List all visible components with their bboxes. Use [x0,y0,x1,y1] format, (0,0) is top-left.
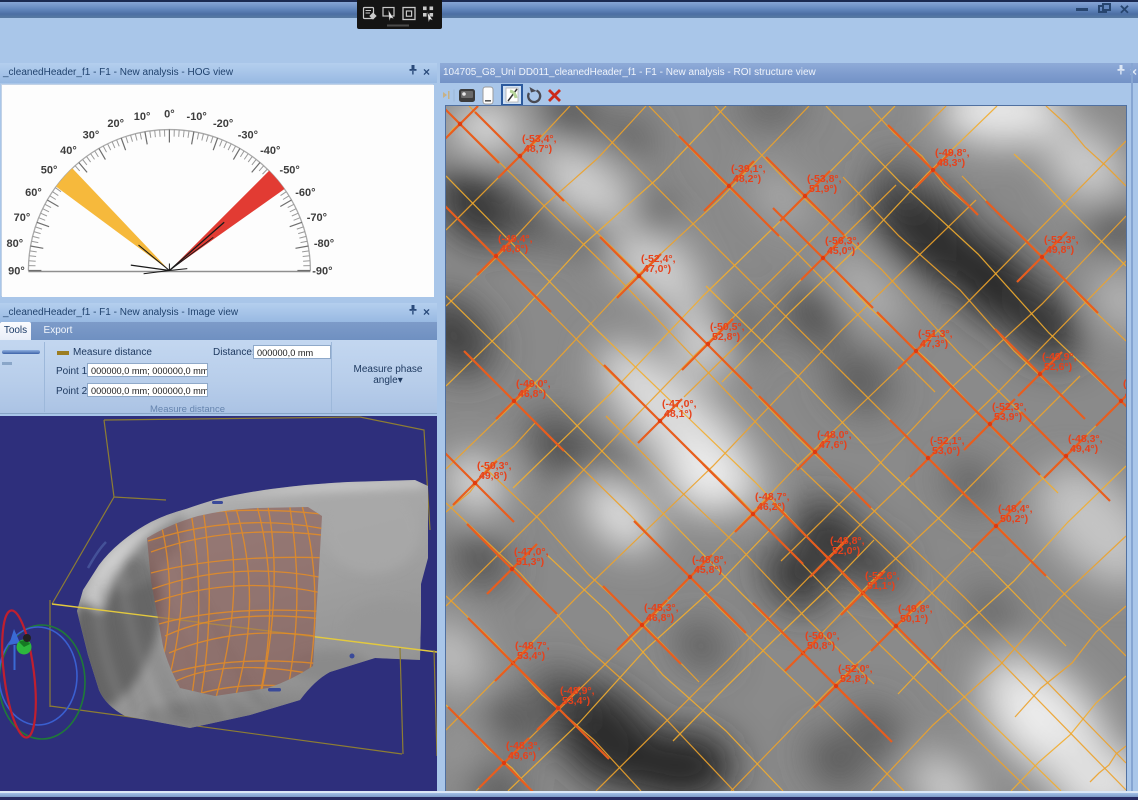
svg-text:70°: 70° [14,212,31,224]
svg-text:53,4°): 53,4°) [562,695,590,707]
svg-text:53,4°): 53,4°) [517,650,545,662]
svg-text:48,2°): 48,2°) [733,173,761,185]
svg-text:50,2°): 50,2°) [1000,513,1028,525]
svg-text:52,6°): 52,6°) [1044,361,1072,373]
svg-text:60°: 60° [25,187,42,199]
svg-text:80°: 80° [6,238,23,250]
svg-text:30°: 30° [83,130,100,142]
svg-text:53,0°): 53,0°) [932,445,960,457]
svg-text:0°: 0° [164,109,175,121]
svg-text:-70°: -70° [307,212,327,224]
svg-text:46,8°): 46,8°) [518,388,546,400]
svg-text:51,9°): 51,9°) [809,183,837,195]
svg-text:46,8°): 46,8°) [646,612,674,624]
svg-text:52,8°): 52,8°) [840,673,868,685]
svg-text:20°: 20° [107,118,124,130]
svg-text:-80°: -80° [314,238,334,250]
svg-text:48,3°): 48,3°) [937,157,965,169]
svg-text:-40°: -40° [260,145,280,157]
svg-text:47,3°): 47,3°) [920,338,948,350]
svg-text:-60°: -60° [295,187,315,199]
svg-text:47,6°): 47,6°) [819,439,847,451]
svg-text:10°: 10° [134,111,151,123]
svg-text:40°: 40° [60,145,77,157]
svg-text:90°: 90° [8,266,25,278]
svg-text:45,8°): 45,8°) [694,564,722,576]
svg-text:50,8°): 50,8°) [807,640,835,652]
svg-text:-50°: -50° [280,165,300,177]
svg-text:45,0°): 45,0°) [827,245,855,257]
svg-text:49,6°): 49,6°) [508,750,536,762]
svg-text:52,0°): 52,0°) [832,545,860,557]
svg-text:-90°: -90° [312,266,332,278]
svg-text:50°: 50° [41,165,58,177]
svg-text:47,0°): 47,0°) [643,263,671,275]
svg-text:-20°: -20° [213,118,233,130]
svg-text:53,9°): 53,9°) [994,411,1022,423]
svg-text:49,4°): 49,4°) [1070,443,1098,455]
svg-text:49,6°): 49,6°) [1125,388,1126,400]
svg-text:52,8°): 52,8°) [712,331,740,343]
svg-text:50,1°): 50,1°) [900,613,928,625]
svg-text:48,7°): 48,7°) [524,143,552,155]
svg-text:46,8°): 46,8°) [500,243,528,255]
svg-text:-30°: -30° [238,130,258,142]
svg-text:51,3°): 51,3°) [516,556,544,568]
svg-text:49,8°): 49,8°) [479,470,507,482]
svg-text:-10°: -10° [187,111,207,123]
svg-text:51,1°): 51,1°) [867,580,895,592]
svg-text:49,8°): 49,8°) [1046,244,1074,256]
svg-text:48,1°): 48,1°) [664,408,692,420]
